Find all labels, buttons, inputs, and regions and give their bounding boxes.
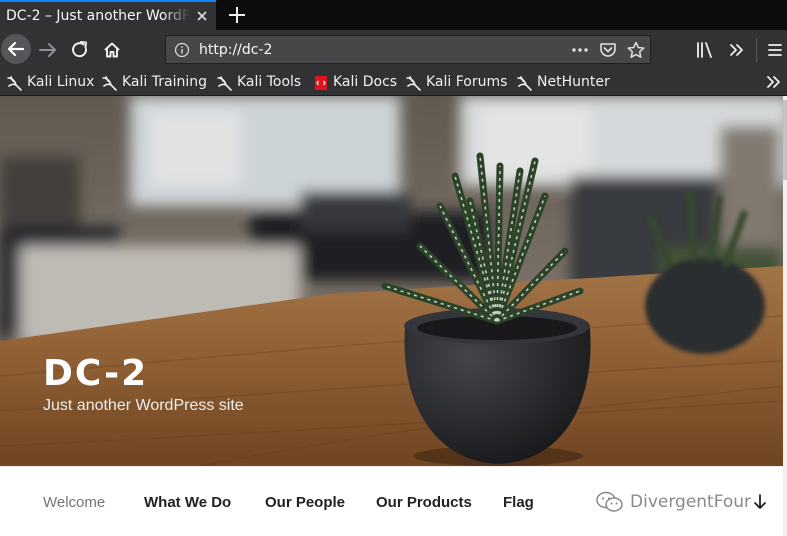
home-icon [104, 42, 120, 58]
forward-button[interactable] [34, 36, 62, 64]
bookmark-kali-tools[interactable]: Kali Tools [217, 72, 303, 92]
bookmark-label: Kali Tools [237, 74, 302, 90]
chevrons-right-icon[interactable] [765, 73, 783, 91]
kali-docs-icon [315, 76, 327, 90]
bookmark-kali-training[interactable]: Kali Training [102, 72, 208, 92]
library-icon[interactable] [695, 40, 715, 60]
bookmark-kali-linux[interactable]: Kali Linux [7, 72, 95, 92]
page-scrollbar[interactable] [783, 96, 787, 536]
menu-item-our-products[interactable]: Our Products [376, 493, 472, 513]
watermark-text: DivergentFour [630, 492, 752, 512]
arrow-down-icon[interactable] [751, 493, 769, 511]
info-icon[interactable] [174, 42, 190, 58]
bookmark-label: Kali Training [122, 74, 207, 90]
plus-icon[interactable] [224, 2, 250, 28]
more-icon[interactable] [570, 41, 590, 59]
site-description: Just another WordPress site [43, 397, 244, 414]
menu-item-what-we-do[interactable]: What We Do [144, 493, 231, 513]
web-page: DC-2 Just another WordPress site Welcome… [0, 96, 783, 536]
home-button[interactable] [98, 36, 126, 64]
site-title[interactable]: DC-2 [43, 352, 148, 396]
menu-item-welcome[interactable]: Welcome [43, 493, 105, 513]
reload-icon [72, 41, 88, 58]
url-text[interactable]: http://dc-2 [199, 40, 272, 60]
browser-window: DC-2 – Just another WordPress site [0, 0, 787, 536]
main-navigation-menu: Welcome What We Do Our People Our Produc… [0, 466, 783, 536]
menu-item-our-people[interactable]: Our People [265, 493, 345, 513]
arrow-left-icon [7, 41, 25, 57]
bookmark-kali-docs[interactable]: Kali Docs [313, 72, 397, 92]
menu-item-flag[interactable]: Flag [503, 493, 534, 513]
tab-active[interactable]: DC-2 – Just another WordPress site [0, 0, 216, 30]
back-button[interactable] [1, 34, 31, 64]
scrollbar-thumb[interactable] [783, 100, 787, 180]
kali-dragon-icon [7, 76, 22, 91]
bookmark-label: Kali Linux [27, 74, 95, 90]
watermark: DivergentFour [596, 490, 751, 514]
kali-dragon-icon [406, 76, 421, 91]
tab-bar: DC-2 – Just another WordPress site [0, 0, 787, 30]
navigation-toolbar: http://dc-2 [0, 30, 787, 70]
url-bar[interactable]: http://dc-2 [165, 35, 651, 64]
star-icon[interactable] [626, 41, 646, 59]
hamburger-menu-icon[interactable] [765, 40, 785, 60]
wechat-icon [596, 491, 623, 512]
close-icon[interactable] [193, 7, 211, 25]
bookmark-label: Kali Docs [333, 74, 398, 90]
arrow-right-icon [39, 43, 56, 57]
tab-title: DC-2 – Just another WordPress site [6, 8, 190, 24]
pocket-icon[interactable] [598, 41, 618, 59]
hero-header-image: DC-2 Just another WordPress site [0, 96, 783, 466]
bookmark-label: Kali Forums [426, 74, 508, 90]
reload-button[interactable] [66, 36, 94, 64]
kali-dragon-icon [517, 76, 532, 91]
overflow-chevrons-icon[interactable] [727, 40, 747, 60]
bookmark-kali-forums[interactable]: Kali Forums [406, 72, 508, 92]
bookmark-label: NetHunter [537, 74, 610, 90]
bookmarks-toolbar: Kali Linux Kali Training Kali Tools Kali… [0, 70, 787, 96]
bookmark-nethunter[interactable]: NetHunter [517, 72, 610, 92]
toolbar-divider [756, 38, 757, 62]
kali-dragon-icon [217, 76, 232, 91]
kali-dragon-icon [102, 76, 117, 91]
